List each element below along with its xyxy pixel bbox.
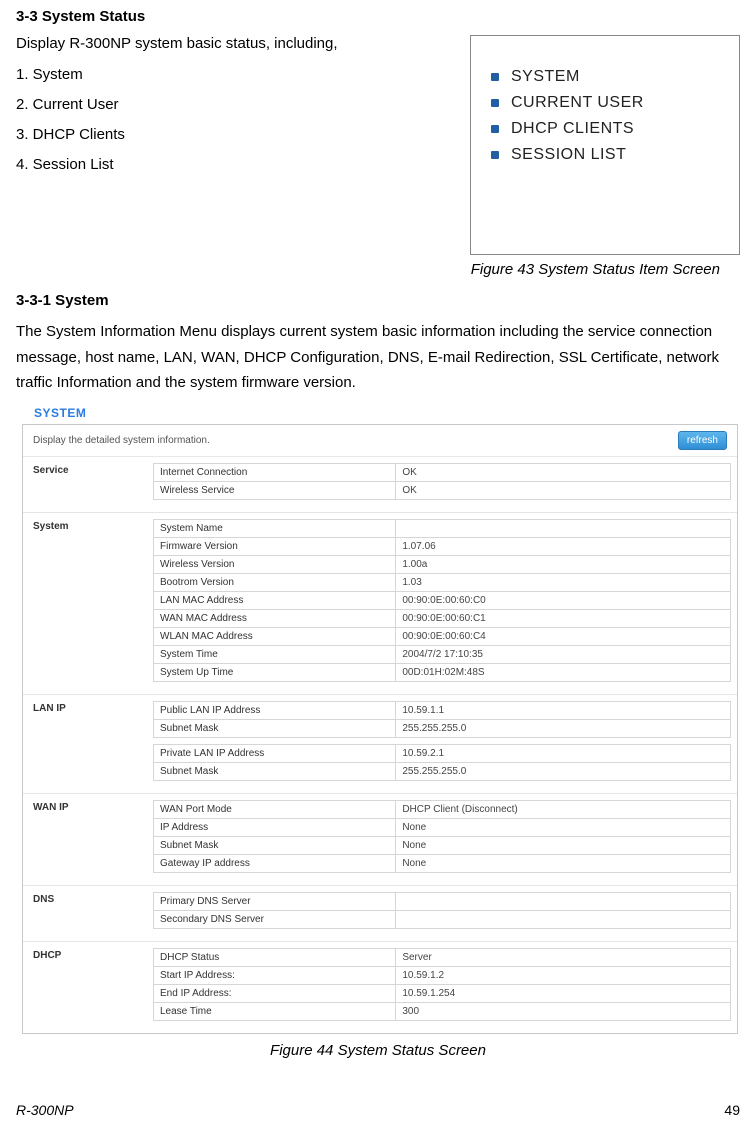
bullet-icon [491, 73, 499, 81]
section-heading-3-3: 3-3 System Status [16, 8, 740, 25]
section-heading-3-3-1: 3-3-1 System [16, 292, 740, 309]
table-row: Public LAN IP Address10.59.1.1 [154, 701, 731, 719]
panel-description: Display the detailed system information. [33, 435, 210, 446]
bullet-icon [491, 125, 499, 133]
table-row: Wireless ServiceOK [154, 481, 731, 499]
figure-44-caption: Figure 44 System Status Screen [16, 1042, 740, 1059]
table-row: WAN MAC Address00:90:0E:00:60:C1 [154, 609, 731, 627]
body-paragraph: The System Information Menu displays cur… [16, 319, 740, 396]
table-row: WLAN MAC Address00:90:0E:00:60:C4 [154, 627, 731, 645]
footer-left: R-300NP [16, 1102, 74, 1118]
system-status-panel: Display the detailed system information.… [22, 424, 738, 1034]
table-row: Secondary DNS Server [154, 910, 731, 928]
table-row: Start IP Address:10.59.1.2 [154, 966, 731, 984]
list-item: 4. Session List [16, 150, 458, 180]
list-item: 1. System [16, 60, 458, 90]
sidebar-item-label: SYSTEM [511, 68, 580, 86]
bullet-icon [491, 99, 499, 107]
table-row: Private LAN IP Address10.59.2.1 [154, 744, 731, 762]
service-table: Internet ConnectionOK Wireless ServiceOK [153, 463, 731, 500]
table-row: Internet ConnectionOK [154, 463, 731, 481]
dns-table: Primary DNS Server Secondary DNS Server [153, 892, 731, 929]
table-row: Subnet MaskNone [154, 836, 731, 854]
table-row: Subnet Mask255.255.255.0 [154, 762, 731, 780]
table-row: DHCP StatusServer [154, 948, 731, 966]
table-row: LAN MAC Address00:90:0E:00:60:C0 [154, 591, 731, 609]
sidebar-item-session-list: SESSION LIST [483, 142, 727, 168]
footer-page-number: 49 [724, 1102, 740, 1118]
sidebar-item-dhcp-clients: DHCP CLIENTS [483, 116, 727, 142]
table-row: Lease Time300 [154, 1002, 731, 1020]
table-row: Firmware Version1.07.06 [154, 537, 731, 555]
section-label-dhcp: DHCP [23, 942, 153, 967]
table-row: Subnet Mask255.255.255.0 [154, 719, 731, 737]
table-row: Wireless Version1.00a [154, 555, 731, 573]
lanip-public-table: Public LAN IP Address10.59.1.1 Subnet Ma… [153, 701, 731, 738]
numbered-list: 1. System 2. Current User 3. DHCP Client… [16, 60, 458, 180]
bullet-icon [491, 151, 499, 159]
refresh-button[interactable]: refresh [678, 431, 727, 450]
table-row: Gateway IP addressNone [154, 854, 731, 872]
sidebar-menu-screenshot: SYSTEM CURRENT USER DHCP CLIENTS SESSION… [470, 35, 740, 255]
dhcp-table: DHCP StatusServer Start IP Address:10.59… [153, 948, 731, 1021]
figure-43-caption: Figure 43 System Status Item Screen [16, 261, 740, 278]
table-row: IP AddressNone [154, 818, 731, 836]
system-panel-title: SYSTEM [16, 406, 740, 424]
sidebar-item-system: SYSTEM [483, 64, 727, 90]
table-row: Primary DNS Server [154, 892, 731, 910]
table-row: System Up Time00D:01H:02M:48S [154, 663, 731, 681]
system-table: System Name Firmware Version1.07.06 Wire… [153, 519, 731, 682]
wanip-table: WAN Port ModeDHCP Client (Disconnect) IP… [153, 800, 731, 873]
intro-text: Display R-300NP system basic status, inc… [16, 35, 458, 52]
table-row: System Name [154, 519, 731, 537]
section-label-system: System [23, 513, 153, 538]
sidebar-item-label: DHCP CLIENTS [511, 120, 634, 138]
list-item: 2. Current User [16, 90, 458, 120]
table-row: Bootrom Version1.03 [154, 573, 731, 591]
section-label-dns: DNS [23, 886, 153, 911]
section-label-lanip: LAN IP [23, 695, 153, 720]
sidebar-item-label: CURRENT USER [511, 94, 644, 112]
table-row: End IP Address:10.59.1.254 [154, 984, 731, 1002]
section-label-service: Service [23, 457, 153, 482]
list-item: 3. DHCP Clients [16, 120, 458, 150]
table-row: System Time2004/7/2 17:10:35 [154, 645, 731, 663]
lanip-private-table: Private LAN IP Address10.59.2.1 Subnet M… [153, 744, 731, 781]
section-label-wanip: WAN IP [23, 794, 153, 819]
sidebar-item-label: SESSION LIST [511, 146, 626, 164]
sidebar-item-current-user: CURRENT USER [483, 90, 727, 116]
table-row: WAN Port ModeDHCP Client (Disconnect) [154, 800, 731, 818]
